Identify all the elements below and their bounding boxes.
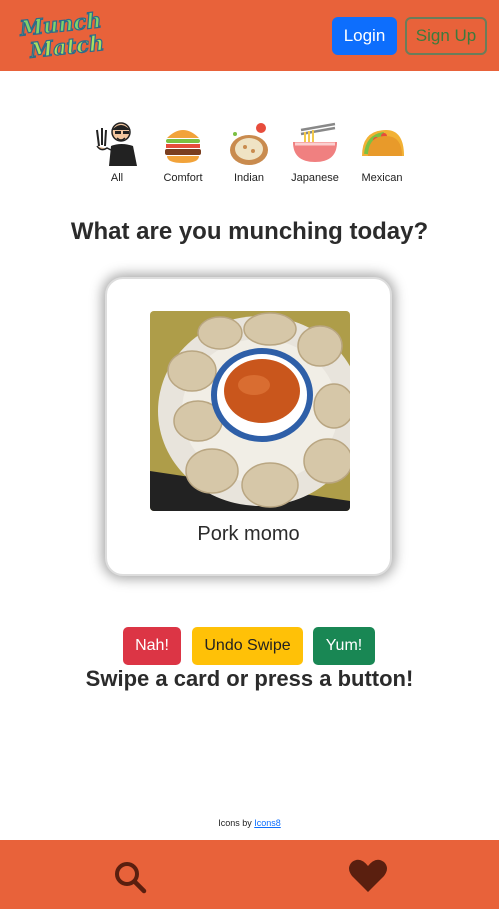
munch-match-logo[interactable]: Munch Match: [16, 10, 104, 62]
signup-button[interactable]: Sign Up: [405, 17, 487, 55]
category-mexican[interactable]: Mexican: [347, 120, 417, 190]
undo-swipe-button[interactable]: Undo Swipe: [192, 627, 303, 665]
category-label: Comfort: [163, 172, 203, 184]
login-button[interactable]: Login: [332, 17, 397, 55]
food-photo: [150, 311, 350, 511]
category-label: Mexican: [361, 172, 403, 184]
momo-dumplings-photo: [150, 311, 350, 511]
person-waving-icon: [96, 122, 137, 166]
yum-button[interactable]: Yum!: [313, 627, 375, 665]
taco-icon: [362, 130, 404, 156]
curry-bowl-icon: [230, 123, 268, 165]
page-question: What are you munching today?: [70, 218, 429, 245]
burger-icon: [165, 130, 201, 163]
heart-icon[interactable]: [348, 858, 388, 894]
icon-credit: Icons by Icons8: [0, 818, 499, 828]
credit-prefix: Icons by: [218, 818, 252, 828]
category-filter-bar: All Comfort Indian Japanese Mexican: [0, 120, 499, 190]
search-icon[interactable]: [113, 860, 147, 894]
category-all[interactable]: All: [82, 120, 152, 190]
category-indian[interactable]: Indian: [214, 120, 284, 190]
category-japanese[interactable]: Japanese: [280, 120, 350, 190]
food-card[interactable]: Pork momo: [105, 277, 392, 576]
category-label: Indian: [234, 172, 264, 184]
ramen-icon: [293, 122, 337, 162]
swipe-actions: Nah! Undo Swipe Yum!: [0, 627, 499, 665]
category-label: Japanese: [291, 172, 339, 184]
icons8-link[interactable]: Icons8: [254, 818, 281, 828]
bottom-nav: [0, 840, 499, 909]
category-comfort[interactable]: Comfort: [148, 120, 218, 190]
app-header: Munch Match Login Sign Up: [0, 0, 499, 71]
swipe-hint: Swipe a card or press a button!: [85, 666, 414, 691]
category-label: All: [110, 172, 124, 184]
nah-button[interactable]: Nah!: [123, 627, 181, 665]
food-name: Pork momo: [197, 523, 300, 545]
